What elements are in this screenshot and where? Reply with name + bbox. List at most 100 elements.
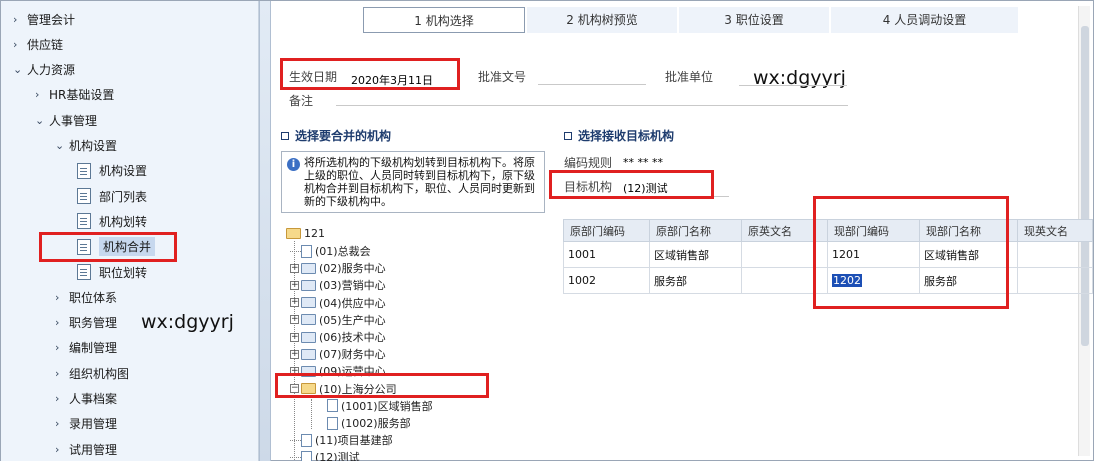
remark-label: 备注 [289, 94, 314, 108]
chevron-down-icon: ⌄ [35, 113, 45, 127]
target-org-field[interactable]: (12)测试 [623, 180, 668, 196]
app-window: › 管理会计 › 供应链 ⌄ 人力资源 › HR基础设置 ⌄ 人事管理 ⌄ 机构设置 机构设置 部门列表机… [0, 0, 1094, 461]
tree-node[interactable]: + (04)供应中心 [290, 295, 386, 311]
sidebar-item-label: 供应链 [27, 37, 64, 52]
expand-plus-icon[interactable]: + [290, 315, 299, 325]
sidebar-item[interactable]: › HR基础设置 [35, 85, 114, 105]
step-3-position-setup[interactable]: 3 职位设置 [679, 7, 829, 33]
collapse-square-icon[interactable] [564, 131, 572, 140]
sidebar-item[interactable]: 职位划转 [77, 262, 147, 282]
tree-node[interactable]: (1001)区域销售部 [327, 398, 433, 414]
sidebar-item[interactable]: 机构划转 [77, 211, 147, 231]
document-icon [77, 213, 91, 230]
tree-node[interactable]: + (07)财务中心 [290, 346, 386, 362]
chevron-right-icon: › [55, 392, 60, 405]
expand-plus-icon[interactable]: + [290, 366, 299, 376]
sidebar-item-label: 人事管理 [49, 113, 98, 128]
chevron-right-icon: › [13, 37, 18, 51]
step-2-tree-preview[interactable]: 2 机构树预览 [527, 7, 677, 33]
panel-splitter[interactable] [259, 1, 271, 461]
tree-node[interactable]: + (06)技术中心 [290, 329, 386, 345]
sidebar-item[interactable]: 机构设置 [77, 161, 147, 181]
sidebar-item[interactable]: › 职务管理 [55, 313, 117, 333]
effective-date-field[interactable]: 2020年3月11日 [351, 72, 433, 88]
cell-new-name[interactable]: 服务部 [919, 267, 1018, 294]
sidebar-item[interactable]: › 人事档案 [55, 389, 117, 409]
tree-node[interactable]: (01)总裁会 [290, 243, 371, 259]
folder-icon [301, 297, 316, 309]
sidebar-item[interactable]: 机构合并 [77, 237, 156, 257]
merge-info-box: i 将所选机构的下级机构划转到目标机构下。将原上级的职位、人员同时转到目标机构下… [281, 151, 545, 213]
tree-node[interactable]: + (09)运营中心 [290, 363, 386, 379]
tree-node[interactable]: (12)测试 [290, 449, 360, 461]
folder-icon [301, 279, 316, 291]
sidebar-item[interactable]: › 供应链 [13, 34, 63, 54]
cell-new-code[interactable]: 1201 [827, 241, 920, 268]
approval-unit-field[interactable] [739, 85, 847, 86]
sidebar-item[interactable]: ⌄ 机构设置 [55, 136, 117, 156]
cell-orig-en[interactable] [741, 267, 828, 294]
org-tree: 121 (01)总裁会 + (02)服务中心 + (03)营销中心 + (04)供应中心 + (0… [281, 223, 549, 461]
sidebar-item[interactable]: › 职位体系 [55, 287, 117, 307]
tree-node[interactable]: + (05)生产中心 [290, 312, 386, 328]
info-icon: i [287, 158, 300, 171]
sidebar-item[interactable]: › 管理会计 [13, 9, 75, 29]
table-row[interactable]: 1001 区域销售部 1201 区域销售部 [563, 241, 1093, 268]
effective-date-label: 生效日期 [289, 70, 338, 84]
tree-node[interactable]: + (03)营销中心 [290, 277, 386, 293]
sidebar-item[interactable]: › 编制管理 [55, 338, 117, 358]
col-new-en[interactable]: 现英文名 [1017, 219, 1093, 242]
col-new-code[interactable]: 现部门编码 [827, 219, 920, 242]
col-new-name[interactable]: 现部门名称 [919, 219, 1018, 242]
cell-orig-name: 服务部 [649, 267, 742, 294]
remark-field[interactable] [336, 105, 848, 106]
collapse-square-icon[interactable] [281, 131, 289, 140]
step-4-staff-transfer-setup[interactable]: 4 人员调动设置 [831, 7, 1018, 33]
sidebar-item[interactable]: ⌄ 人力资源 [13, 60, 75, 80]
expand-plus-icon[interactable]: + [290, 349, 299, 359]
cell-new-code-editing[interactable]: 1202 [827, 267, 920, 294]
cell-new-en[interactable] [1017, 267, 1093, 294]
expand-plus-icon[interactable]: + [290, 298, 299, 308]
sidebar-item[interactable]: › 录用管理 [55, 414, 117, 434]
tree-node[interactable]: (1002)服务部 [327, 415, 411, 431]
cell-orig-code: 1001 [563, 241, 650, 268]
sidebar-item[interactable]: ⌄ 人事管理 [35, 110, 97, 130]
sidebar-item-label: 机构设置 [99, 164, 148, 179]
tree-connector [290, 456, 301, 458]
code-rule-value: ** ** ** [623, 156, 663, 169]
sidebar-item[interactable]: 部门列表 [77, 186, 147, 206]
folder-open-icon [286, 227, 301, 239]
tree-node[interactable]: − (10)上海分公司 [290, 381, 397, 397]
sidebar-item-label: 机构设置 [69, 139, 118, 153]
sidebar-item-label: 机构合并 [99, 237, 156, 257]
tree-node[interactable]: + (02)服务中心 [290, 260, 386, 276]
sidebar-item[interactable]: › 组织机构图 [55, 363, 129, 383]
table-row[interactable]: 1002 服务部 1202 服务部 [563, 267, 1093, 294]
expand-plus-icon[interactable]: + [290, 263, 299, 273]
sidebar-item[interactable]: › 试用管理 [55, 439, 117, 459]
cell-new-en[interactable] [1017, 241, 1093, 268]
cell-orig-en[interactable] [741, 241, 828, 268]
col-orig-name[interactable]: 原部门名称 [649, 219, 742, 242]
tree-node-label: (03)营销中心 [319, 279, 386, 293]
tree-root[interactable]: 121 [286, 225, 325, 241]
sidebar-item-label: 编制管理 [69, 341, 118, 356]
expand-plus-icon[interactable]: + [290, 332, 299, 342]
nav-scrollbar-thumb[interactable] [1081, 26, 1089, 346]
collapse-minus-icon[interactable]: − [290, 384, 299, 394]
step-1-org-select[interactable]: 1 机构选择 [363, 7, 525, 33]
tree-node-label: 121 [304, 226, 325, 240]
selected-text[interactable]: 1202 [832, 274, 862, 287]
right-section-title: 选择接收目标机构 [564, 127, 674, 144]
col-orig-en[interactable]: 原英文名 [741, 219, 828, 242]
cell-new-name[interactable]: 区域销售部 [919, 241, 1018, 268]
col-orig-code[interactable]: 原部门编码 [563, 219, 650, 242]
tree-node-label: (02)服务中心 [319, 262, 386, 276]
merge-info-text: 将所选机构的下级机构划转到目标机构下。将原上级的职位、人员同时转到目标机构下，原… [304, 156, 535, 208]
folder-icon [301, 365, 316, 377]
sidebar-item-label: 组织机构图 [69, 366, 130, 381]
expand-plus-icon[interactable]: + [290, 280, 299, 290]
approval-doc-field[interactable] [538, 84, 646, 85]
tree-node[interactable]: (11)项目基建部 [290, 432, 393, 448]
